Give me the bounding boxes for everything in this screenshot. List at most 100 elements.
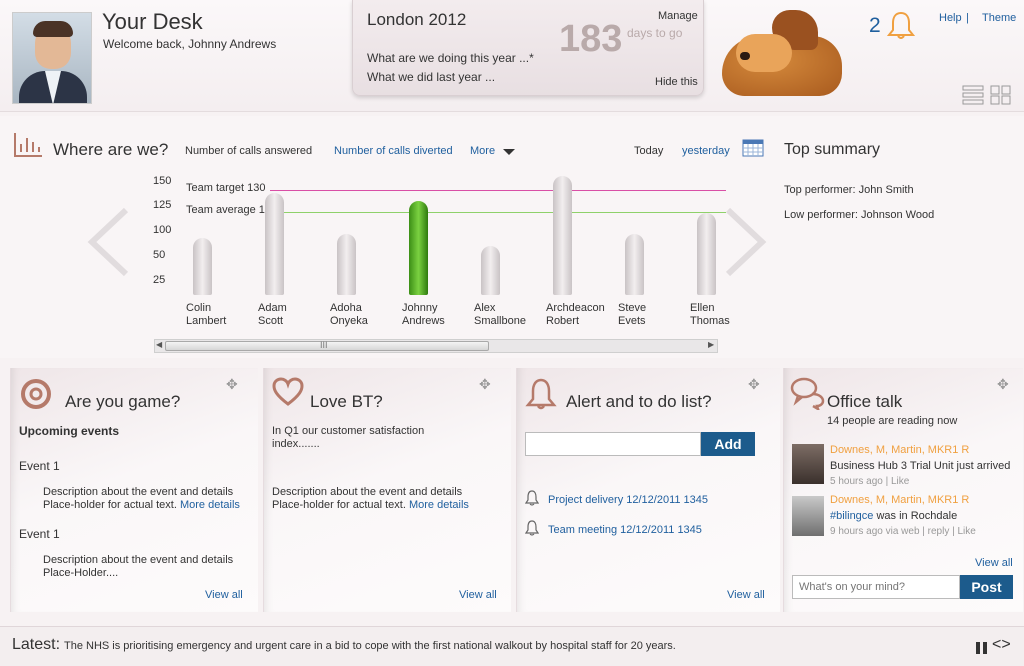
chart-bar[interactable] bbox=[553, 176, 572, 295]
status-input[interactable] bbox=[792, 575, 960, 599]
pause-icon[interactable] bbox=[975, 640, 989, 659]
period-today[interactable]: Today bbox=[634, 145, 663, 157]
scrollbar-grip: III bbox=[320, 340, 328, 350]
satisfaction-intro: In Q1 our customer satisfaction index...… bbox=[272, 425, 425, 450]
help-link[interactable]: Help bbox=[939, 12, 962, 24]
view-all-events-link[interactable]: View all bbox=[205, 589, 243, 601]
move-icon[interactable]: ✥ bbox=[748, 376, 760, 393]
tab-calls-answered[interactable]: Number of calls answered bbox=[185, 145, 312, 157]
event-title[interactable]: Event 1 bbox=[19, 459, 60, 473]
header-separator: | bbox=[966, 12, 969, 24]
x-axis-label: Johnny Andrews bbox=[402, 302, 445, 327]
post-meta: 9 hours ago via web | reply | Like bbox=[830, 526, 976, 537]
event-title[interactable]: Event 1 bbox=[19, 527, 60, 541]
top-performer: Top performer: John Smith bbox=[784, 184, 914, 196]
readers-count: 14 people are reading now bbox=[827, 415, 958, 427]
alert-item[interactable]: Team meeting 12/12/2011 1345 bbox=[548, 524, 702, 536]
y-tick-label: 125 bbox=[153, 199, 172, 211]
alert-item[interactable]: Project delivery 12/12/2011 1345 bbox=[548, 494, 708, 506]
countdown-widget: London 2012 What are we doing this year … bbox=[352, 0, 704, 96]
chart-bar[interactable] bbox=[697, 213, 716, 295]
chart-bar[interactable] bbox=[409, 200, 428, 295]
y-tick-label: 150 bbox=[153, 175, 172, 187]
top-summary-title: Top summary bbox=[784, 141, 881, 158]
chart-bar[interactable] bbox=[337, 233, 356, 295]
tab-more[interactable]: More bbox=[470, 145, 495, 157]
tab-calls-diverted[interactable]: Number of calls diverted bbox=[334, 145, 453, 157]
chevron-right-icon[interactable] bbox=[724, 206, 768, 281]
post-author[interactable]: Downes, M, Martin, MKR1 R bbox=[830, 494, 969, 506]
ticker-label: Latest: bbox=[12, 636, 61, 653]
bell-icon bbox=[524, 490, 540, 509]
view-all-bt-link[interactable]: View all bbox=[459, 589, 497, 601]
chevron-left-icon[interactable] bbox=[86, 206, 130, 281]
ticker-text[interactable]: The NHS is prioritising emergency and ur… bbox=[64, 640, 676, 652]
x-axis-label: Archdeacon Robert bbox=[546, 302, 605, 327]
reference-line-label: Team target 130 bbox=[186, 182, 270, 194]
low-performer: Low performer: Johnson Wood bbox=[784, 209, 935, 221]
chevron-down-icon[interactable] bbox=[503, 149, 515, 155]
x-axis-label: Colin Lambert bbox=[186, 302, 227, 327]
x-axis-label: Alex Smallbone bbox=[474, 302, 526, 327]
card-title-game: Are you game? bbox=[65, 392, 181, 411]
theme-link[interactable]: Theme bbox=[982, 12, 1016, 24]
post-text: Business Hub 3 Trial Unit just arrived bbox=[830, 460, 1011, 472]
bar-chart-icon bbox=[12, 130, 44, 163]
calendar-icon[interactable] bbox=[742, 137, 764, 160]
performance-title: Where are we? bbox=[53, 140, 169, 159]
manage-link[interactable]: Manage bbox=[658, 10, 698, 22]
heart-icon bbox=[272, 377, 304, 410]
scroll-right-icon[interactable]: ▶ bbox=[708, 340, 714, 349]
more-details-link[interactable]: More details bbox=[180, 499, 240, 511]
post-meta: 5 hours ago | Like bbox=[830, 476, 910, 487]
move-icon[interactable]: ✥ bbox=[479, 376, 491, 393]
chart-bar[interactable] bbox=[265, 192, 284, 295]
move-icon[interactable]: ✥ bbox=[226, 376, 238, 393]
chart-bar[interactable] bbox=[193, 237, 212, 295]
y-tick-label: 100 bbox=[153, 224, 172, 236]
countdown-title: London 2012 bbox=[367, 10, 467, 29]
move-icon[interactable]: ✥ bbox=[997, 376, 1009, 393]
period-yesterday[interactable]: yesterday bbox=[682, 145, 730, 157]
grid-view-icon[interactable] bbox=[990, 85, 1012, 108]
post-button[interactable]: Post bbox=[960, 575, 1013, 599]
view-all-alerts-link[interactable]: View all bbox=[727, 589, 765, 601]
page-title: Your Desk bbox=[102, 9, 203, 34]
chart-bar[interactable] bbox=[625, 233, 644, 295]
notification-count[interactable]: 2 bbox=[869, 14, 881, 38]
todo-input[interactable] bbox=[525, 432, 701, 456]
post-author[interactable]: Downes, M, Martin, MKR1 R bbox=[830, 444, 969, 456]
x-axis-label: Adam Scott bbox=[258, 302, 287, 327]
post-text: #bilingce was in Rochdale bbox=[830, 510, 958, 522]
bell-icon[interactable] bbox=[886, 10, 916, 43]
chat-bubbles-icon bbox=[790, 376, 826, 413]
x-axis-label: Adoha Onyeka bbox=[330, 302, 368, 327]
puppy-image bbox=[700, 0, 868, 104]
chart-bar[interactable] bbox=[481, 245, 500, 295]
hashtag-link[interactable]: #bilingce bbox=[830, 510, 873, 522]
x-axis-label: Steve Evets bbox=[618, 302, 647, 327]
event-description: Description about the event and details … bbox=[43, 486, 240, 511]
target-icon bbox=[19, 377, 53, 414]
x-axis-label: Ellen Thomas bbox=[690, 302, 730, 327]
card-title-office-talk: Office talk bbox=[827, 392, 903, 411]
ticker-nav[interactable]: <> bbox=[992, 636, 1011, 654]
y-tick-label: 50 bbox=[153, 249, 166, 261]
card-title-bt: Love BT? bbox=[310, 392, 383, 411]
scroll-left-icon[interactable]: ◀ bbox=[156, 340, 162, 349]
welcome-message: Welcome back, Johnny Andrews bbox=[103, 37, 277, 51]
bt-description: Description about the event and details … bbox=[272, 486, 469, 511]
add-button[interactable]: Add bbox=[701, 432, 755, 456]
countdown-question-last-year[interactable]: What we did last year ... bbox=[367, 70, 495, 84]
avatar[interactable] bbox=[792, 444, 824, 484]
user-avatar[interactable] bbox=[12, 12, 92, 104]
bell-icon bbox=[524, 520, 540, 539]
countdown-question-this-year[interactable]: What are we doing this year ...* bbox=[367, 51, 534, 65]
list-view-icon[interactable] bbox=[962, 85, 984, 108]
more-details-link[interactable]: More details bbox=[409, 499, 469, 511]
view-all-talk-link[interactable]: View all bbox=[975, 557, 1013, 569]
hide-link[interactable]: Hide this bbox=[655, 76, 698, 88]
days-label: days to go bbox=[627, 26, 683, 40]
days-count: 183 bbox=[559, 18, 623, 60]
avatar[interactable] bbox=[792, 496, 824, 536]
